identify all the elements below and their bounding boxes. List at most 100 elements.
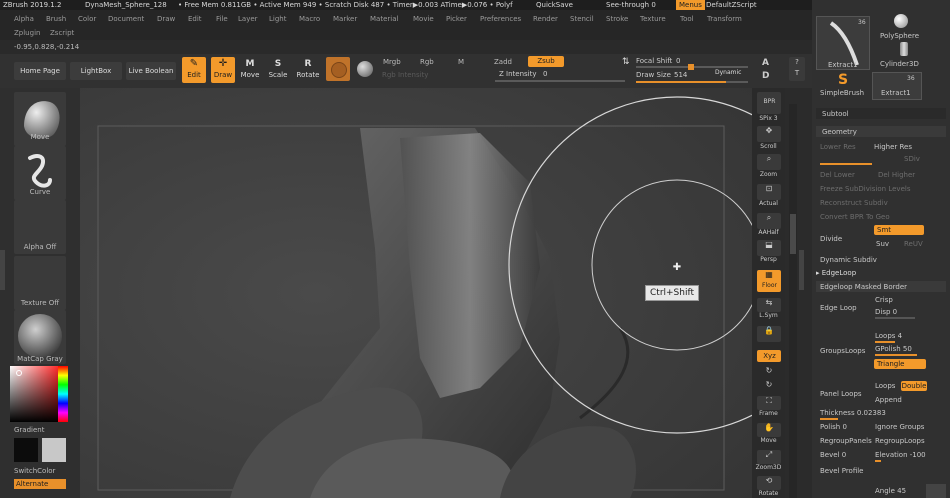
menu-file[interactable]: File (216, 14, 228, 24)
menu-marker[interactable]: Marker (333, 14, 357, 24)
menus-toggle[interactable]: Menus (676, 0, 705, 10)
document-canvas[interactable]: ✚ Ctrl+Shift (80, 88, 752, 498)
rotate-axis-a[interactable]: ↻ (757, 366, 781, 380)
bevel-slider[interactable]: Bevel 0 (820, 450, 846, 460)
menu-layer[interactable]: Layer (238, 14, 258, 24)
z-intensity-slider[interactable]: Z Intensity 0 (495, 68, 625, 82)
texture-swatch[interactable] (354, 57, 376, 81)
ignore-groups-toggle[interactable]: Ignore Groups (875, 422, 924, 432)
menu-alpha[interactable]: Alpha (14, 14, 34, 24)
rgb-button[interactable]: Rgb (420, 58, 434, 66)
tool-thumb-extract-small[interactable]: 36 Extract1 (872, 72, 922, 100)
reconstruct-subdiv-button[interactable]: Reconstruct Subdiv (820, 198, 888, 208)
panel-loops-slider[interactable]: Loops (875, 381, 895, 391)
rotate-mode-button[interactable]: R Rotate (296, 57, 320, 83)
help-button[interactable]: ? T (789, 57, 805, 81)
rotate-axis-b[interactable]: ↻ (757, 380, 781, 392)
default-zscript[interactable]: DefaultZScript (706, 0, 757, 10)
menu-material[interactable]: Material (370, 14, 398, 24)
menu-stencil[interactable]: Stencil (570, 14, 594, 24)
crisp-toggle[interactable]: Crisp (875, 295, 893, 305)
geometry-header[interactable]: Geometry (816, 126, 946, 137)
cylinder-label[interactable]: Cylinder3D (880, 59, 919, 69)
home-page-button[interactable]: Home Page (14, 62, 66, 80)
panel-loops-button[interactable]: Panel Loops (820, 389, 862, 399)
alternate-button[interactable]: Alternate (14, 479, 66, 489)
menu-brush[interactable]: Brush (46, 14, 66, 24)
alpha-d-icon[interactable]: D (762, 71, 769, 81)
reuv-button[interactable]: ReUV (904, 239, 923, 249)
tray-scrollbar[interactable] (789, 104, 797, 498)
floor-button[interactable]: ▦ Floor (757, 270, 781, 292)
actual-button[interactable]: ⊡ (757, 184, 781, 200)
menu-transform[interactable]: Transform (707, 14, 742, 24)
aahalf-button[interactable]: ⌕ (757, 213, 781, 229)
draw-mode-button[interactable]: ✛ Draw (211, 57, 235, 83)
menu-light[interactable]: Light (269, 14, 286, 24)
higher-res-button[interactable]: Higher Res (874, 142, 912, 152)
angle-preview-icon[interactable] (926, 484, 946, 498)
material-swatch[interactable] (326, 57, 350, 81)
subtool-header[interactable]: Subtool (816, 108, 946, 119)
lock-button[interactable]: 🔒 (757, 326, 781, 342)
del-lower-button[interactable]: Del Lower (820, 170, 855, 180)
move-mode-button[interactable]: M Move (240, 57, 260, 83)
convert-bpr-button[interactable]: Convert BPR To Geo (820, 212, 890, 222)
simplebrush-icon[interactable]: S (838, 72, 848, 88)
append-toggle[interactable]: Append (875, 395, 902, 405)
edge-loop-button[interactable]: Edge Loop (820, 303, 857, 313)
quicksave-button[interactable]: QuickSave (536, 0, 573, 10)
spix-slider[interactable]: SPix 3 (752, 115, 785, 122)
scale-mode-button[interactable]: S Scale (268, 57, 288, 83)
menu-draw[interactable]: Draw (157, 14, 175, 24)
alpha-a-icon[interactable]: A (762, 58, 769, 68)
focal-shift-slider[interactable]: Focal Shift 0 (636, 56, 756, 70)
edgeloop-header[interactable]: ▸ EdgeLoop (816, 268, 856, 278)
move-view-button[interactable]: ✋ (757, 423, 781, 437)
secondary-color-swatch[interactable] (42, 438, 66, 462)
scroll-button[interactable]: ✥ (757, 126, 781, 142)
persp-button[interactable]: ⬓ (757, 240, 781, 256)
groupsloops-button[interactable]: GroupsLoops (820, 346, 865, 356)
xyz-button[interactable]: Xyz (757, 350, 781, 362)
del-higher-button[interactable]: Del Higher (878, 170, 915, 180)
angle-slider[interactable]: Angle 45 (875, 486, 906, 496)
left-tray-handle[interactable] (0, 250, 5, 290)
lower-res-button[interactable]: Lower Res (820, 142, 856, 152)
freeze-subdiv-button[interactable]: Freeze SubDivision Levels (820, 184, 910, 194)
cylinder-icon[interactable] (900, 42, 908, 56)
menu-render[interactable]: Render (533, 14, 558, 24)
rgb-intensity-slider[interactable]: Rgb Intensity (382, 71, 428, 79)
menu-texture[interactable]: Texture (640, 14, 666, 24)
menu-stroke[interactable]: Stroke (606, 14, 628, 24)
menu-color[interactable]: Color (78, 14, 96, 24)
lsym-button[interactable]: ⇆ (757, 298, 781, 312)
menu-picker[interactable]: Picker (446, 14, 467, 24)
seethrough-slider[interactable]: See-through 0 (606, 0, 656, 10)
color-picker-cursor[interactable] (16, 370, 22, 376)
lightbox-button[interactable]: LightBox (70, 62, 122, 80)
rotate-view-button[interactable]: ⟲ (757, 476, 781, 490)
divide-button[interactable]: Divide (820, 234, 842, 244)
menu-zplugin[interactable]: Zplugin (14, 28, 40, 38)
edgeloop-masked-button[interactable]: Edgeloop Masked Border (816, 281, 946, 292)
menu-macro[interactable]: Macro (299, 14, 320, 24)
live-boolean-button[interactable]: Live Boolean (126, 62, 176, 80)
main-color-swatch[interactable] (14, 438, 38, 462)
regroup-panels-toggle[interactable]: RegroupPanels (820, 436, 872, 446)
menu-zscript[interactable]: Zscript (50, 28, 74, 38)
triangle-toggle[interactable]: Triangle (874, 359, 926, 369)
tray-scrollbar-thumb[interactable] (790, 214, 796, 254)
polysphere-icon[interactable] (894, 14, 908, 28)
menu-edit[interactable]: Edit (188, 14, 202, 24)
zsub-button[interactable]: Zsub (528, 56, 564, 67)
dynamic-button[interactable]: Dynamic (715, 69, 741, 76)
elevation-slider[interactable]: Elevation -100 (875, 450, 926, 460)
zoom-button[interactable]: ⌕ (757, 154, 781, 170)
frame-button[interactable]: ⛶ (757, 396, 781, 410)
menu-preferences[interactable]: Preferences (480, 14, 521, 24)
pivot-arrows-icon[interactable]: ⇅ (622, 56, 636, 84)
dynamic-subdiv-header[interactable]: Dynamic Subdiv (820, 255, 877, 265)
edit-mode-button[interactable]: ✎ Edit (182, 57, 206, 83)
polish-slider[interactable]: Polish 0 (820, 422, 847, 432)
